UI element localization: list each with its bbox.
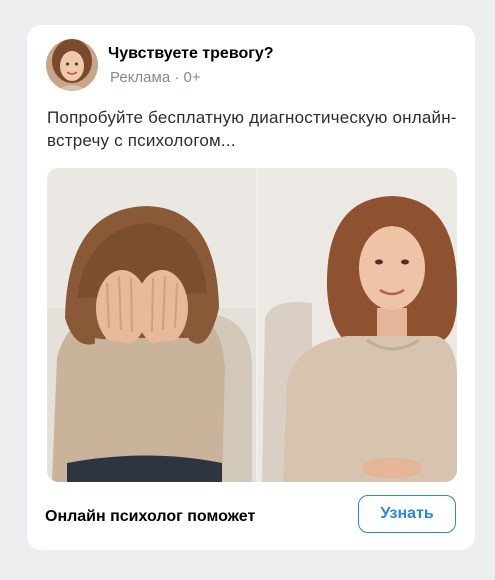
advertiser-avatar[interactable] bbox=[46, 39, 98, 91]
ad-caption: Онлайн психолог поможет bbox=[45, 508, 256, 525]
ad-title[interactable]: Чувствуете тревогу? bbox=[108, 45, 274, 63]
distressed-woman-image bbox=[47, 168, 256, 482]
ad-text: Попробуйте бесплатную диагностическую он… bbox=[47, 108, 457, 150]
ad-meta-label: Реклама · 0+ bbox=[110, 69, 201, 86]
learn-more-button[interactable]: Узнать bbox=[358, 495, 456, 533]
calm-woman-image bbox=[258, 168, 457, 482]
ad-card: Чувствуете тревогу? Реклама · 0+ Попробу… bbox=[27, 25, 475, 550]
ad-image[interactable] bbox=[47, 168, 457, 482]
